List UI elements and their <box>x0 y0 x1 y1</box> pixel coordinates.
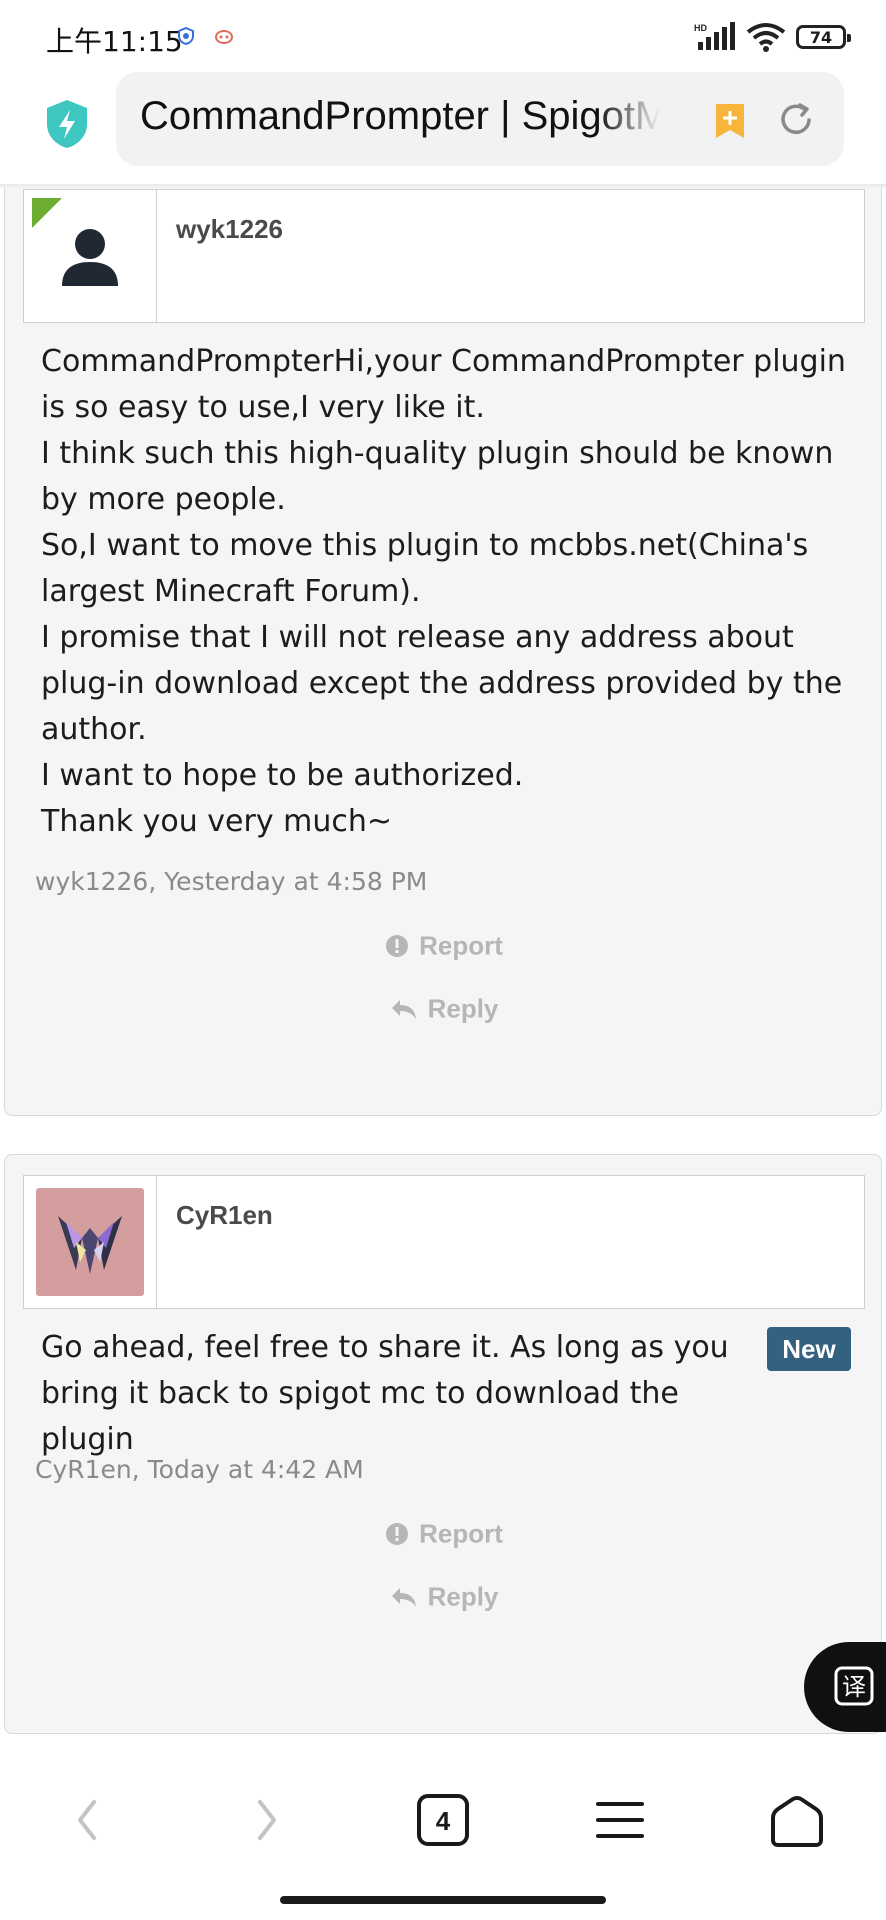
reply-icon <box>391 1588 416 1608</box>
post-username[interactable]: wyk1226 <box>176 214 283 245</box>
new-badge: New <box>767 1327 851 1371</box>
wifi-icon <box>746 23 786 52</box>
user-avatar[interactable] <box>36 1188 144 1296</box>
tabs-button[interactable]: 4 <box>413 1790 473 1850</box>
reply-button[interactable]: Reply <box>5 992 883 1025</box>
svg-text:译: 译 <box>842 1673 866 1701</box>
avatar-cell[interactable] <box>24 1176 157 1308</box>
status-bar: 上午11:15 HD 74 <box>0 0 886 72</box>
message-line: Go ahead, feel free to share it. As long… <box>41 1330 729 1457</box>
post-author-box: CyR1en <box>23 1175 865 1309</box>
signal-icon: HD <box>694 22 735 50</box>
menu-icon[interactable] <box>590 1790 650 1850</box>
battery-icon: 74 <box>796 25 851 49</box>
address-bar[interactable]: CommandPrompter | SpigotMC <box>116 72 844 166</box>
avatar-cell[interactable] <box>24 190 157 322</box>
status-indicators: HD 74 <box>694 22 851 52</box>
post-meta[interactable]: wyk1226, Yesterday at 4:58 PM <box>35 867 427 896</box>
report-icon <box>386 935 409 958</box>
report-label: Report <box>419 930 503 961</box>
browser-bottom-nav: 4 <box>0 1744 886 1920</box>
browser-toolbar: CommandPrompter | SpigotMC <box>0 72 886 184</box>
message-line: I promise that I will not release any ad… <box>41 620 843 747</box>
reply-label: Reply <box>427 1581 499 1612</box>
report-label: Report <box>419 1518 503 1549</box>
home-icon[interactable] <box>767 1790 827 1850</box>
app-notification-icon <box>215 30 233 44</box>
message-line: I want to hope to be authorized. <box>41 758 524 793</box>
post-username[interactable]: CyR1en <box>176 1200 273 1231</box>
page-content[interactable]: wyk1226 CommandPrompterHi,your CommandPr… <box>0 188 886 1744</box>
forum-post: CyR1en Go ahead, feel free to share it. … <box>4 1154 882 1734</box>
post-message: CommandPrompterHi,your CommandPrompter p… <box>41 339 861 845</box>
avatar-logo-icon <box>58 1216 122 1274</box>
bookmark-add-icon[interactable] <box>712 102 748 140</box>
back-arrow-icon[interactable] <box>58 1790 118 1850</box>
svg-text:HD: HD <box>694 23 707 33</box>
default-avatar-icon[interactable] <box>60 226 120 288</box>
new-post-flag <box>32 198 62 228</box>
report-icon <box>386 1523 409 1546</box>
report-button[interactable]: Report <box>5 1517 883 1550</box>
forum-post: wyk1226 CommandPrompterHi,your CommandPr… <box>4 188 882 1116</box>
reply-button[interactable]: Reply <box>5 1580 883 1613</box>
shield-bolt-icon[interactable] <box>44 98 90 150</box>
tab-count: 4 <box>436 1806 451 1836</box>
report-button[interactable]: Report <box>5 929 883 962</box>
reply-icon <box>391 1000 416 1020</box>
reply-label: Reply <box>427 993 499 1024</box>
post-author-box: wyk1226 <box>23 189 865 323</box>
reload-icon[interactable] <box>776 100 816 140</box>
translate-icon: 译 <box>834 1666 874 1706</box>
post-meta[interactable]: CyR1en, Today at 4:42 AM <box>35 1455 364 1484</box>
translate-button[interactable]: 译 <box>804 1642 886 1732</box>
post-message: Go ahead, feel free to share it. As long… <box>41 1325 741 1463</box>
message-line: I think such this high-quality plugin sh… <box>41 436 834 517</box>
forward-arrow-icon[interactable] <box>236 1790 296 1850</box>
status-time: 上午11:15 <box>46 25 183 58</box>
vpn-shield-icon <box>178 26 194 46</box>
message-line: CommandPrompterHi,your CommandPrompter p… <box>41 344 846 425</box>
home-indicator[interactable] <box>280 1896 606 1904</box>
url-text[interactable]: CommandPrompter | SpigotMC <box>140 94 660 139</box>
message-line: So,I want to move this plugin to mcbbs.n… <box>41 528 809 609</box>
message-line: Thank you very much~ <box>41 804 393 839</box>
